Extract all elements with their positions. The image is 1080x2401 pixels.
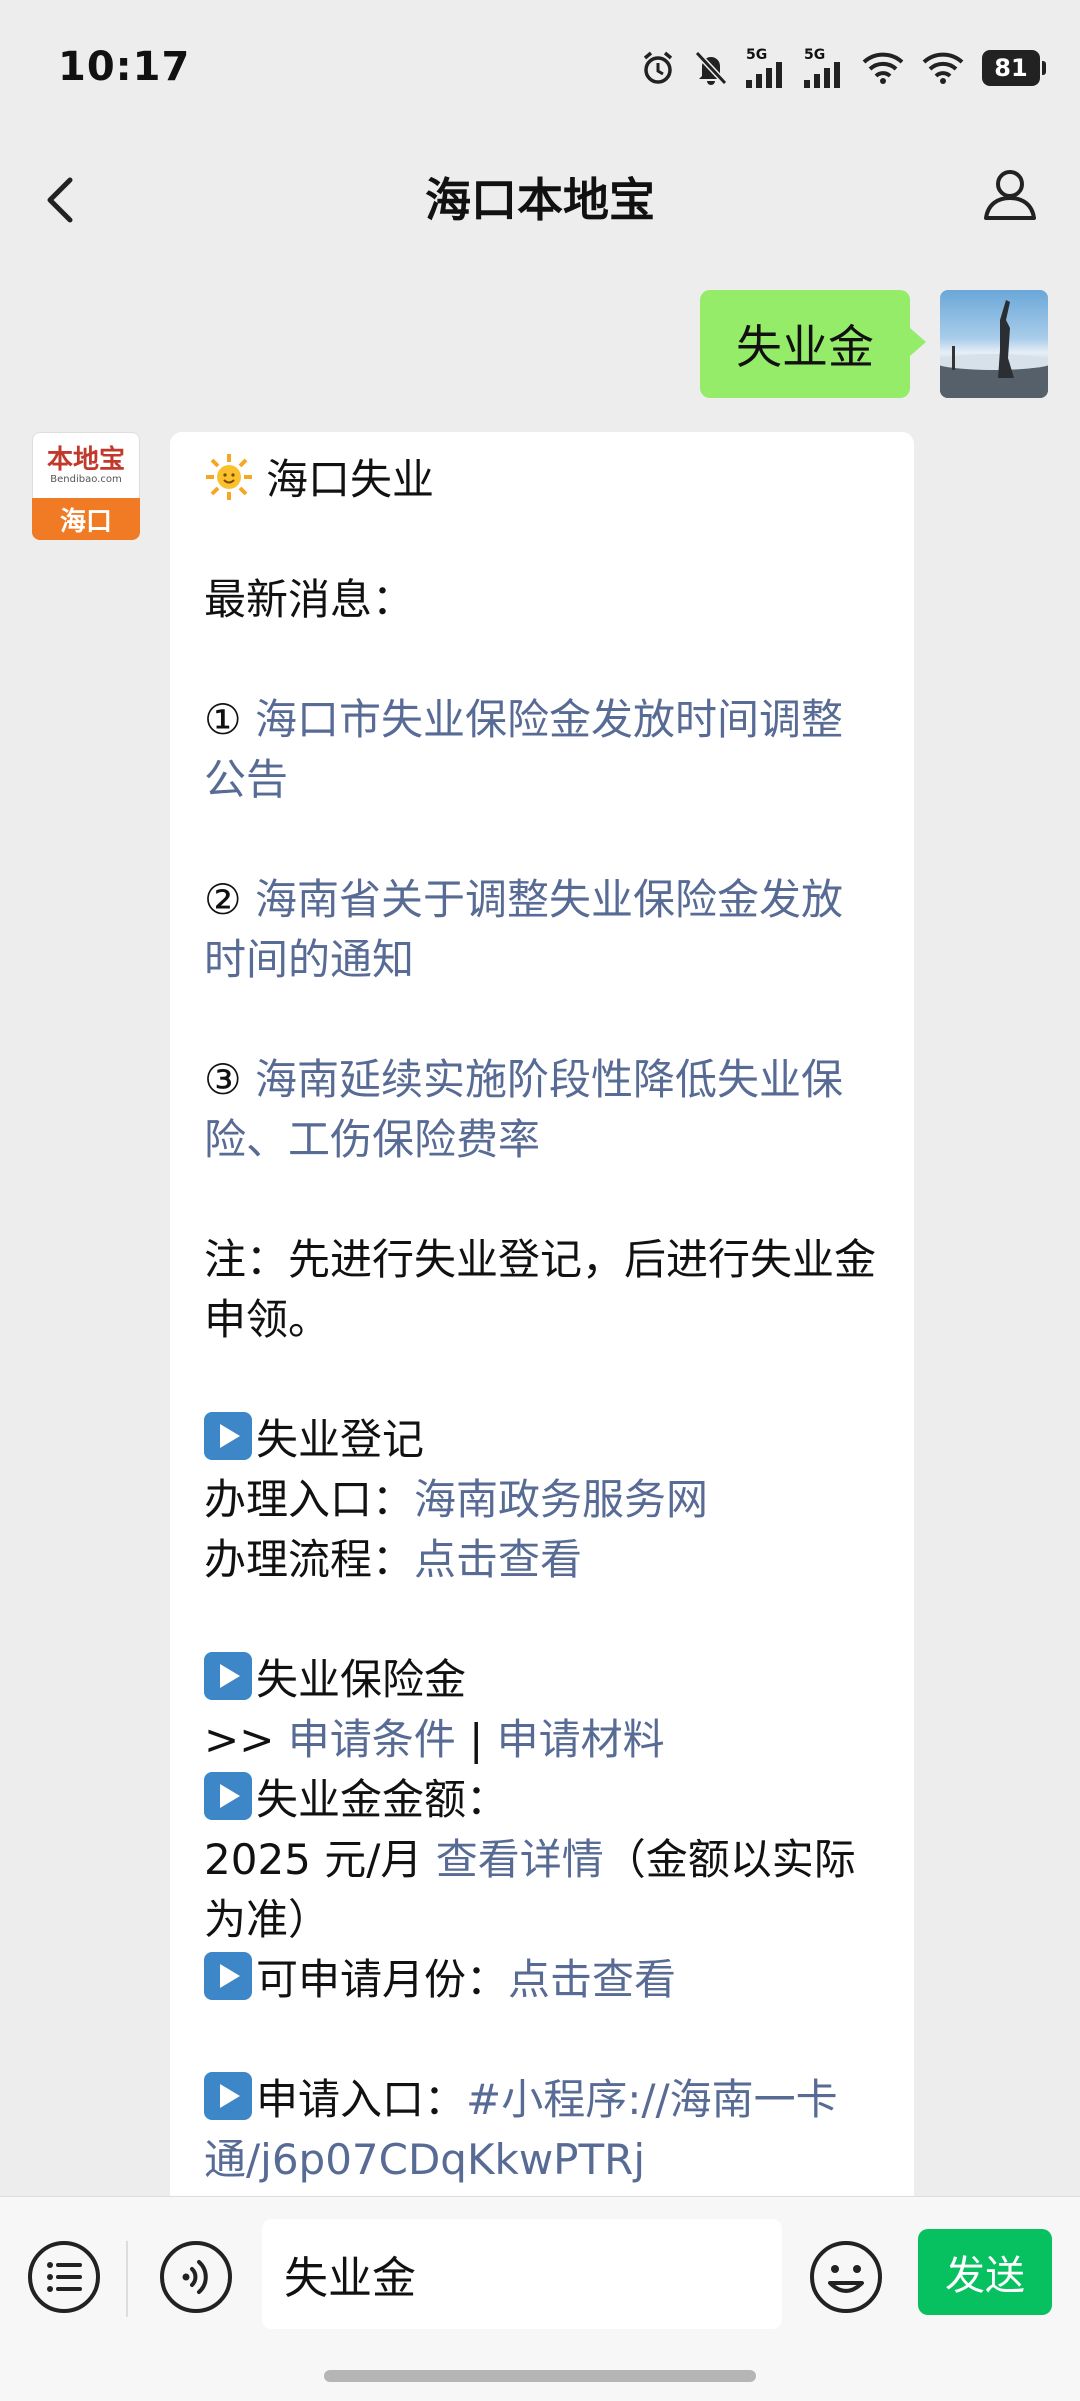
news-link-1[interactable]: 海口市失业保险金发放时间调整公告: [204, 695, 843, 804]
mute-bell-icon: [694, 50, 728, 86]
play-icon: [204, 1652, 252, 1700]
play-icon: [204, 1952, 252, 2000]
play-icon: [204, 1412, 252, 1460]
registration-entry: 办理入口：海南政务服务网: [204, 1475, 709, 1524]
sun-emoji-icon: [206, 454, 252, 500]
message-content: 海口失业 最新消息： ① 海口市失业保险金发放时间调整公告 ② 海南省关于调整失…: [204, 450, 884, 2190]
note-text: 注：先进行失业登记，后进行失业金申领。: [204, 1235, 877, 1344]
message-input[interactable]: 失业金: [262, 2219, 782, 2329]
alarm-icon: [643, 51, 673, 84]
play-icon: [204, 2072, 252, 2120]
play-icon: [204, 1772, 252, 1820]
sent-message-text: 失业金: [736, 320, 874, 374]
news-item: ② 海南省关于调整失业保险金发放时间的通知: [204, 875, 844, 984]
home-indicator[interactable]: [324, 2370, 756, 2382]
amount-detail: 2025 元/月 查看详情（金额以实际为准）: [204, 1835, 856, 1944]
user-avatar-photo: [940, 300, 1048, 398]
menu-list-icon[interactable]: [26, 2239, 102, 2315]
signal-icon: 5G: [804, 48, 844, 88]
materials-link[interactable]: 申请材料: [497, 1715, 665, 1764]
emoji-icon[interactable]: [808, 2239, 884, 2315]
gov-service-link[interactable]: 海南政务服务网: [414, 1475, 708, 1524]
received-message-bubble: 海口失业 最新消息： ① 海口市失业保险金发放时间调整公告 ② 海南省关于调整失…: [170, 432, 914, 2222]
wifi-icon: [862, 52, 904, 84]
conditions-link[interactable]: 申请条件: [288, 1715, 456, 1764]
input-divider: [126, 2241, 128, 2317]
message-header: 海口失业: [204, 450, 884, 510]
profile-icon[interactable]: [978, 162, 1042, 226]
insurance-links: >> 申请条件 | 申请材料: [204, 1715, 665, 1764]
news-link-2[interactable]: 海南省关于调整失业保险金发放时间的通知: [204, 875, 843, 984]
section-insurance: 失业保险金: [204, 1650, 884, 1710]
signal-icon: 5G: [746, 48, 786, 88]
bendibao-logo: 本地宝 Bendibao.com: [46, 444, 125, 485]
section-months: 可申请月份：点击查看: [204, 1950, 884, 2010]
battery-icon: 81: [982, 50, 1046, 86]
bot-avatar[interactable]: 本地宝 Bendibao.com 海口: [32, 432, 140, 540]
send-button[interactable]: 发送: [918, 2229, 1052, 2315]
latest-news-label: 最新消息：: [204, 575, 415, 624]
message-input-text: 失业金: [284, 2253, 416, 2304]
process-view-link[interactable]: 点击查看: [414, 1535, 582, 1584]
months-view-link[interactable]: 点击查看: [508, 1955, 676, 2004]
section-amount: 失业金金额：: [204, 1770, 884, 1830]
status-time: 10:17: [58, 44, 191, 90]
chat-title: 海口本地宝: [425, 173, 655, 227]
news-link-3[interactable]: 海南延续实施阶段性降低失业保险、工伤保险费率: [204, 1055, 843, 1164]
sent-message-bubble[interactable]: 失业金: [700, 290, 926, 398]
status-bar: 10:17 5G 5G 81: [0, 0, 1080, 140]
status-icons: 5G 5G 81: [640, 48, 1046, 88]
voice-icon[interactable]: [158, 2239, 234, 2315]
bot-avatar-city: 海口: [32, 498, 140, 540]
wifi-icon: [922, 52, 964, 84]
news-item: ① 海口市失业保险金发放时间调整公告: [204, 695, 844, 804]
news-item: ③ 海南延续实施阶段性降低失业保险、工伤保险费率: [204, 1055, 844, 1164]
sent-message-row: 失业金: [700, 290, 1048, 398]
amount-details-link[interactable]: 查看详情: [436, 1835, 604, 1884]
user-avatar[interactable]: [940, 290, 1048, 398]
registration-process: 办理流程：点击查看: [204, 1535, 583, 1584]
section-apply: 申请入口：#小程序://海南一卡通/j6p07CDqKkwPTRj: [204, 2070, 884, 2190]
section-unemployment-registration: 失业登记: [204, 1410, 884, 1470]
chat-header: 海口本地宝: [0, 140, 1080, 258]
